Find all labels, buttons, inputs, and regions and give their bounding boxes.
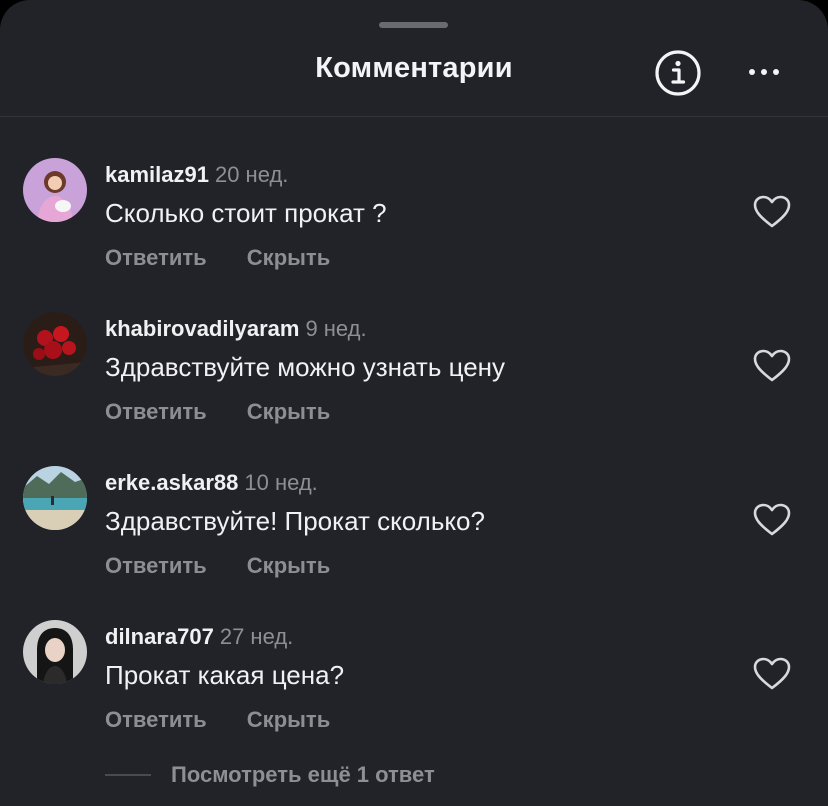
- username[interactable]: dilnara707: [105, 624, 214, 649]
- comment-actions: Ответить Скрыть: [105, 707, 330, 733]
- reply-button[interactable]: Ответить: [105, 707, 207, 732]
- comment-meta: kamilaz91 20 нед.: [105, 162, 288, 188]
- view-more-replies-button[interactable]: Посмотреть ещё 1 ответ: [105, 760, 435, 790]
- timestamp: 20 нед.: [214, 162, 289, 187]
- comment-actions: Ответить Скрыть: [105, 553, 330, 579]
- drag-handle[interactable]: [379, 22, 448, 28]
- view-more-replies-label: Посмотреть ещё 1 ответ: [171, 762, 435, 787]
- avatar[interactable]: [23, 466, 87, 530]
- comment-item: dilnara707 27 нед. Прокат какая цена? Отв…: [0, 620, 828, 770]
- avatar[interactable]: [23, 158, 87, 222]
- header-divider: [0, 116, 828, 117]
- comment-item: kamilaz91 20 нед. Сколько стоит прокат ? …: [0, 158, 828, 308]
- info-icon[interactable]: [654, 49, 702, 97]
- page-title: Комментарии: [315, 52, 513, 84]
- comment-text: Прокат какая цена?: [105, 660, 345, 690]
- comment-text: Сколько стоит прокат ?: [105, 198, 387, 228]
- timestamp: 27 нед.: [219, 624, 294, 649]
- comment-item: khabirovadilyaram 9 нед. Здравствуйте мож…: [0, 312, 828, 462]
- timestamp: 9 нед.: [305, 316, 367, 341]
- comment-meta: erke.askar88 10 нед.: [105, 470, 318, 496]
- replies-line: [105, 774, 151, 776]
- reply-button[interactable]: Ответить: [105, 553, 207, 578]
- comment-item: erke.askar88 10 нед. Здравствуйте! Прокат…: [0, 466, 828, 616]
- comment-actions: Ответить Скрыть: [105, 399, 330, 425]
- comment-text: Здравствуйте можно узнать цену: [105, 352, 506, 382]
- hide-button[interactable]: Скрыть: [247, 553, 330, 578]
- heart-icon[interactable]: [752, 194, 792, 230]
- timestamp: 10 нед.: [244, 470, 318, 495]
- hide-button[interactable]: Скрыть: [247, 707, 330, 732]
- avatar[interactable]: [23, 312, 87, 376]
- reply-button[interactable]: Ответить: [105, 399, 207, 424]
- comments-sheet: Комментарии kamilaz91 20 нед. Сколько ст…: [0, 0, 828, 806]
- comment-actions: Ответить Скрыть: [105, 245, 330, 271]
- comment-meta: khabirovadilyaram 9 нед.: [105, 316, 367, 342]
- comment-text: Здравствуйте! Прокат сколько?: [105, 506, 485, 536]
- hide-button[interactable]: Скрыть: [247, 245, 330, 270]
- username[interactable]: kamilaz91: [105, 162, 209, 187]
- comment-meta: dilnara707 27 нед.: [105, 624, 293, 650]
- heart-icon[interactable]: [752, 656, 792, 692]
- avatar[interactable]: [23, 620, 87, 684]
- reply-button[interactable]: Ответить: [105, 245, 207, 270]
- heart-icon[interactable]: [752, 502, 792, 538]
- username[interactable]: erke.askar88: [105, 470, 238, 495]
- heart-icon[interactable]: [752, 348, 792, 384]
- more-options-icon[interactable]: [744, 60, 784, 84]
- hide-button[interactable]: Скрыть: [247, 399, 330, 424]
- username[interactable]: khabirovadilyaram: [105, 316, 299, 341]
